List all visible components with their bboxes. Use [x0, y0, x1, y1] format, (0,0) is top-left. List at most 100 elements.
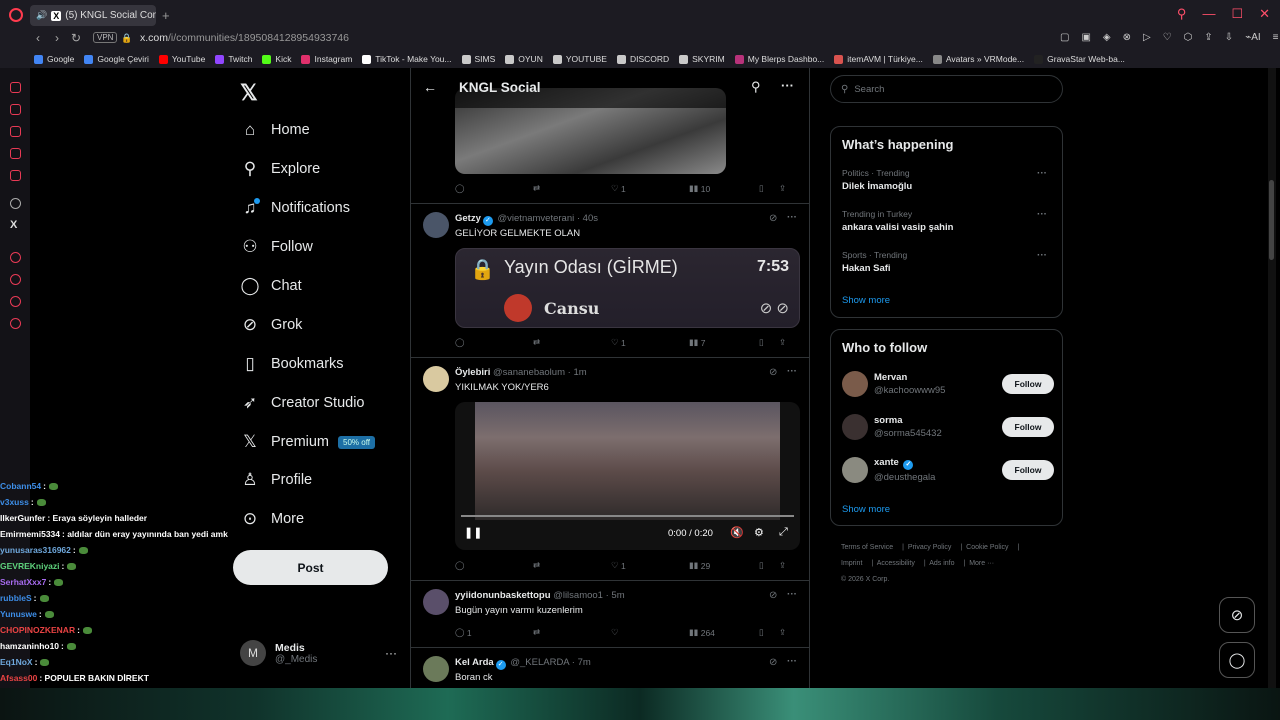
- footer-link[interactable]: Imprint: [841, 560, 862, 567]
- avatar[interactable]: [423, 212, 449, 238]
- bookmark-icon[interactable]: ▯: [759, 337, 779, 348]
- sidebar-app-icon[interactable]: [10, 126, 21, 137]
- footer-link[interactable]: More ···: [969, 560, 994, 567]
- trend-item[interactable]: Sports · Trending Hakan Safi: [842, 250, 907, 274]
- nav-chat[interactable]: ◯ Chat: [240, 276, 301, 296]
- account-switcher[interactable]: M Medis @_Medis: [240, 640, 317, 666]
- like-button[interactable]: ♡ 1: [611, 183, 689, 194]
- sidebar-settings-icon[interactable]: [10, 318, 21, 329]
- tweet[interactable]: Getzy ✓ @vietnamveterani · 40s ⊘ ··· GELİ…: [411, 204, 809, 358]
- follow-suggestion[interactable]: xante ✓ @deusthegala Follow: [842, 457, 1054, 483]
- nav-home[interactable]: ⌂ Home: [240, 120, 310, 140]
- retweet-icon[interactable]: ⇄: [533, 560, 611, 571]
- reply-icon[interactable]: ◯: [455, 560, 533, 571]
- grok-icon[interactable]: ⊘: [769, 367, 777, 378]
- bookmark-item[interactable]: SKYRIM: [679, 54, 725, 64]
- download-icon[interactable]: ⇩: [1225, 32, 1233, 43]
- scrollbar-thumb[interactable]: [1269, 180, 1274, 260]
- retweet-icon[interactable]: ⇄: [533, 183, 611, 194]
- messages-float-button[interactable]: ◯: [1219, 642, 1255, 678]
- tweet-time[interactable]: · 40s: [577, 213, 598, 224]
- grok-icon[interactable]: ⊘: [769, 657, 777, 668]
- tweet-handle[interactable]: @sananebaolum: [493, 367, 565, 378]
- extensions-icon[interactable]: ⬡: [1184, 32, 1193, 43]
- snapshot-icon[interactable]: ▣: [1081, 32, 1090, 43]
- bookmark-item[interactable]: itemAVM | Türkiye...: [834, 54, 923, 64]
- views-button[interactable]: ▮▮ 29: [689, 560, 759, 571]
- avatar[interactable]: [423, 589, 449, 615]
- nav-follow[interactable]: ⚇ Follow: [240, 237, 313, 257]
- views-button[interactable]: ▮▮ 7: [689, 337, 759, 348]
- follow-button[interactable]: Follow: [1002, 374, 1054, 394]
- tweet-time[interactable]: · 1m: [568, 367, 587, 378]
- vpn-badge[interactable]: VPN: [93, 32, 118, 43]
- reply-icon[interactable]: ◯: [455, 183, 533, 194]
- follow-suggestion[interactable]: sorma @sorma545432 Follow: [842, 414, 1054, 440]
- tweet[interactable]: yyiidonunbaskettopu @lilsamoo1 · 5m ⊘ ··…: [411, 581, 809, 648]
- sidebar-app-icon[interactable]: [10, 82, 21, 93]
- footer-link[interactable]: Ads info: [929, 560, 954, 567]
- avatar[interactable]: [842, 457, 868, 483]
- tweet-handle[interactable]: @_KELARDA: [510, 657, 569, 668]
- grok-icon[interactable]: ⊘: [769, 213, 777, 224]
- grok-icon[interactable]: ⊘: [769, 590, 777, 601]
- show-more-link[interactable]: Show more: [842, 504, 890, 515]
- bookmark-item[interactable]: DISCORD: [616, 54, 669, 64]
- search-icon[interactable]: ⚲: [751, 79, 761, 95]
- nav-profile[interactable]: ♙ Profile: [240, 470, 312, 490]
- more-icon[interactable]: ···: [787, 366, 797, 377]
- bookmark-item[interactable]: OYUN: [505, 54, 543, 64]
- retweet-icon[interactable]: ⇄: [533, 337, 611, 348]
- more-icon[interactable]: ···: [787, 656, 797, 667]
- opera-logo-icon[interactable]: [9, 8, 23, 22]
- follow-button[interactable]: Follow: [1002, 417, 1054, 437]
- bookmark-item[interactable]: SIMS: [461, 54, 495, 64]
- trend-item[interactable]: Politics · Trending Dilek İmamoğlu: [842, 168, 912, 192]
- more-icon[interactable]: ···: [787, 212, 797, 223]
- scrollbar[interactable]: [1268, 68, 1276, 688]
- x-logo-icon[interactable]: 𝕏: [240, 80, 258, 106]
- bookmark-item[interactable]: My Blerps Dashbo...: [734, 54, 824, 64]
- sidebar-chatgpt-icon[interactable]: [10, 198, 21, 209]
- follow-button[interactable]: Follow: [1002, 460, 1054, 480]
- tweet-author[interactable]: Kel Arda: [455, 657, 494, 668]
- url-field[interactable]: x.com/i/communities/1895084128954933746: [140, 32, 349, 44]
- tweet-video[interactable]: ❚❚ 0:00 / 0:20 🔇 ⚙ ⤢: [455, 402, 800, 550]
- nav-explore[interactable]: ⚲ Explore: [240, 159, 320, 179]
- avatar[interactable]: [842, 371, 868, 397]
- pause-icon[interactable]: ❚❚: [464, 526, 482, 539]
- more-icon[interactable]: ···: [1037, 168, 1047, 179]
- share-icon[interactable]: ⇪: [779, 183, 786, 194]
- bookmark-item[interactable]: Google Çeviri: [84, 54, 149, 64]
- back-icon[interactable]: ‹: [36, 31, 40, 45]
- bookmark-item[interactable]: Twitch: [215, 54, 252, 64]
- maximize-button[interactable]: ☐: [1231, 6, 1243, 22]
- nav-bookmarks[interactable]: ▯ Bookmarks: [240, 354, 343, 374]
- speaker-icon[interactable]: 🔊: [36, 10, 47, 21]
- bookmark-item[interactable]: Kick: [262, 54, 291, 64]
- post-button[interactable]: Post: [233, 550, 388, 585]
- bookmark-icon[interactable]: ▯: [759, 627, 779, 638]
- bookmark-item[interactable]: YOUTUBE: [552, 54, 607, 64]
- heart-icon[interactable]: ♡: [1163, 32, 1172, 43]
- nav-more[interactable]: ⊙ More: [240, 509, 304, 529]
- sidebar-x-icon[interactable]: X: [10, 220, 21, 231]
- more-icon[interactable]: ···: [781, 78, 794, 93]
- sidebar-app-icon[interactable]: [10, 104, 21, 115]
- sidebar-history-icon[interactable]: [10, 274, 21, 285]
- search-tabs-icon[interactable]: ⚲: [1177, 6, 1187, 22]
- play-icon[interactable]: ▷: [1143, 32, 1151, 43]
- footer-link[interactable]: Accessibility: [877, 560, 915, 567]
- menu-icon[interactable]: ≡: [1273, 32, 1279, 43]
- forward-icon[interactable]: ›: [55, 31, 59, 45]
- reload-icon[interactable]: ↻: [71, 31, 81, 45]
- tweet-time[interactable]: · 7m: [572, 657, 591, 668]
- new-tab-button[interactable]: +: [162, 8, 170, 23]
- like-button[interactable]: ♡ 1: [611, 560, 689, 571]
- bookmark-item[interactable]: Instagram: [301, 54, 352, 64]
- bookmark-icon[interactable]: ▯: [759, 560, 779, 571]
- footer-link[interactable]: Cookie Policy: [966, 544, 1008, 551]
- nav-creator-studio[interactable]: ➶ Creator Studio: [240, 393, 365, 413]
- reply-icon[interactable]: ◯: [455, 337, 533, 348]
- browser-tab[interactable]: 🔊 X (5) KNGL Social Comm: [30, 5, 156, 26]
